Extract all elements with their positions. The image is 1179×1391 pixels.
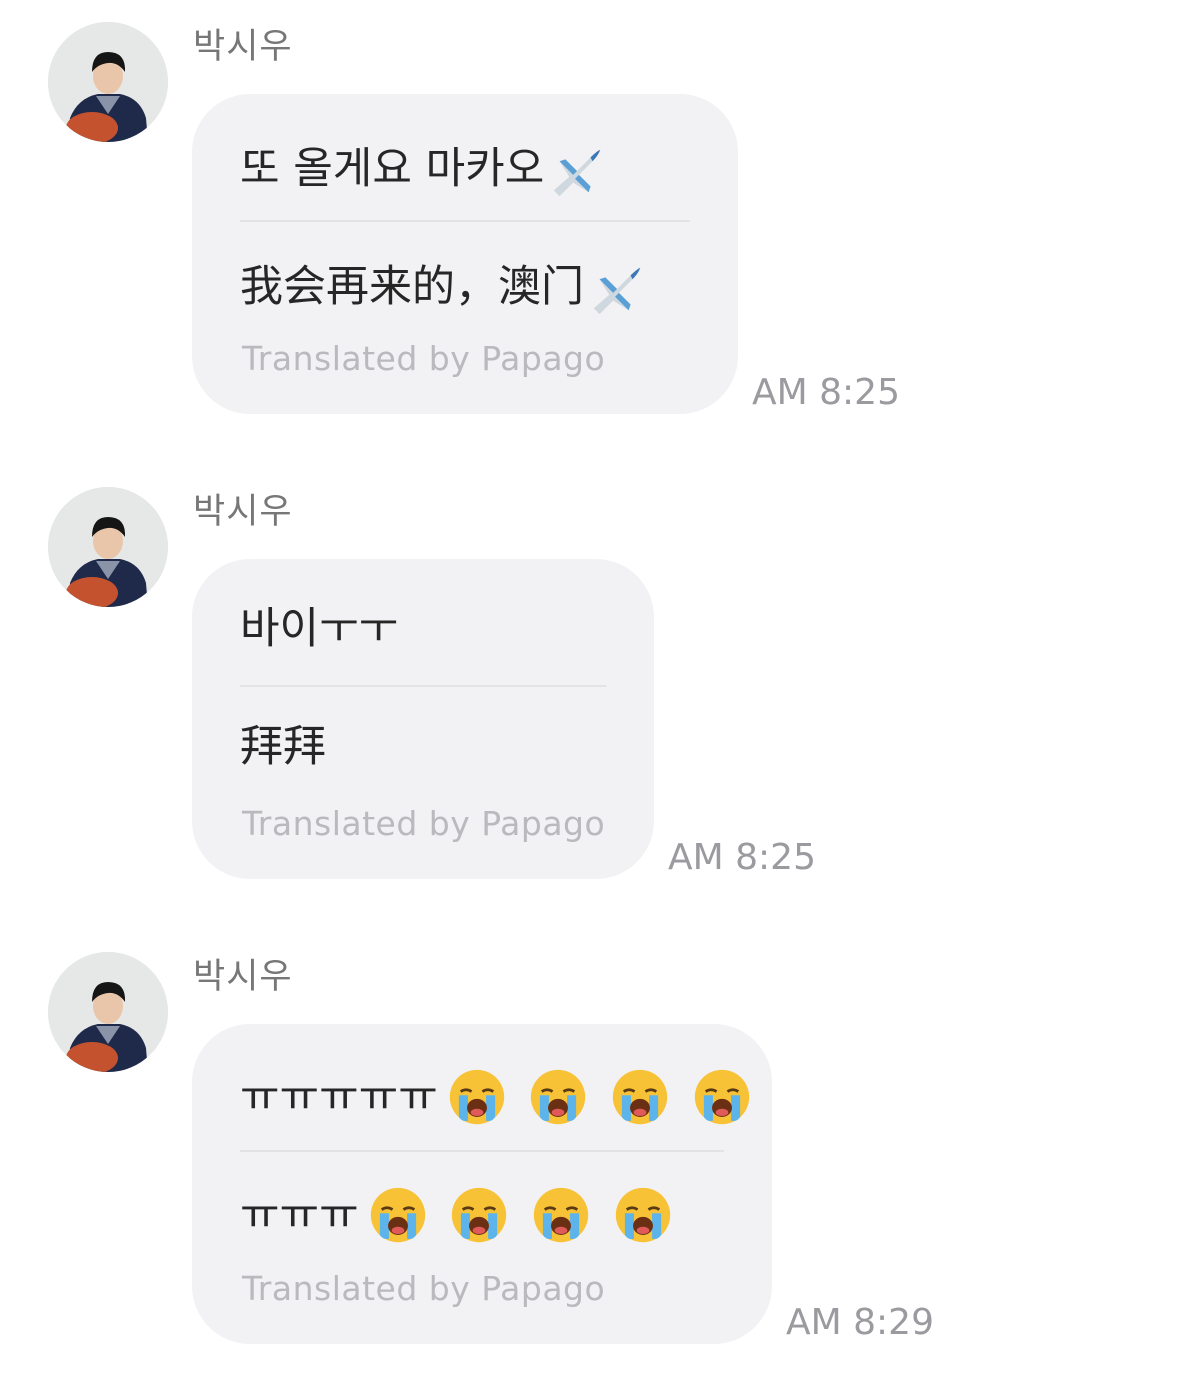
message-time: AM 8:25 bbox=[668, 837, 816, 878]
message-bubble[interactable]: ㅠㅠㅠㅠㅠ ㅠㅠㅠ Translated by Papago bbox=[192, 1024, 772, 1344]
message-time: AM 8:29 bbox=[786, 1302, 934, 1343]
airplane-icon bbox=[593, 267, 641, 315]
original-text: 바이ㅜㅜ bbox=[240, 603, 398, 655]
airplane-icon bbox=[554, 149, 601, 197]
loudly-crying-face-icon bbox=[370, 1187, 425, 1243]
loudly-crying-face-icon bbox=[612, 1069, 668, 1125]
loudly-crying-face-icon bbox=[694, 1069, 750, 1125]
translated-text-content: 我会再来的，澳门 bbox=[240, 262, 584, 312]
avatar[interactable] bbox=[48, 487, 168, 607]
translated-text: 拜拜 bbox=[240, 721, 326, 773]
translation-credit: Translated by Papago bbox=[242, 804, 606, 843]
avatar[interactable] bbox=[48, 22, 168, 142]
translated-text-content: ㅠㅠㅠ bbox=[240, 1190, 359, 1240]
avatar[interactable] bbox=[48, 952, 168, 1072]
original-text-content: ㅠㅠㅠㅠㅠ bbox=[240, 1072, 438, 1122]
loudly-crying-face-icon bbox=[449, 1069, 504, 1125]
sender-name: 박시우 bbox=[193, 27, 293, 67]
loudly-crying-face-icon bbox=[452, 1187, 507, 1243]
loudly-crying-face-icon bbox=[533, 1187, 589, 1243]
loudly-crying-face-icon bbox=[615, 1187, 670, 1243]
loudly-crying-face-icon bbox=[531, 1069, 586, 1125]
message-bubble[interactable]: 바이ㅜㅜ 拜拜 Translated by Papago bbox=[192, 559, 654, 879]
sender-name: 박시우 bbox=[193, 957, 293, 997]
original-text-content: 바이ㅜㅜ bbox=[240, 604, 399, 654]
original-text-content: 또 올게요 마카오 bbox=[240, 144, 545, 194]
message-time: AM 8:25 bbox=[752, 372, 900, 413]
message-bubble[interactable]: 또 올게요 마카오 我会再来的，澳门 Translated by Papago bbox=[192, 94, 738, 414]
translation-divider bbox=[240, 1150, 724, 1152]
translated-text: 我会再来的，澳门 bbox=[240, 256, 648, 318]
translation-credit: Translated by Papago bbox=[242, 339, 606, 378]
translated-text: ㅠㅠㅠ bbox=[240, 1186, 672, 1244]
emoji-row bbox=[359, 1186, 672, 1244]
translation-divider bbox=[240, 220, 690, 222]
original-text: ㅠㅠㅠㅠㅠ bbox=[240, 1068, 751, 1126]
emoji-row bbox=[438, 1068, 751, 1126]
sender-name: 박시우 bbox=[193, 492, 293, 532]
original-text: 또 올게요 마카오 bbox=[240, 138, 608, 200]
translation-credit: Translated by Papago bbox=[242, 1269, 606, 1308]
translated-text-content: 拜拜 bbox=[240, 722, 326, 772]
translation-divider bbox=[240, 685, 606, 687]
